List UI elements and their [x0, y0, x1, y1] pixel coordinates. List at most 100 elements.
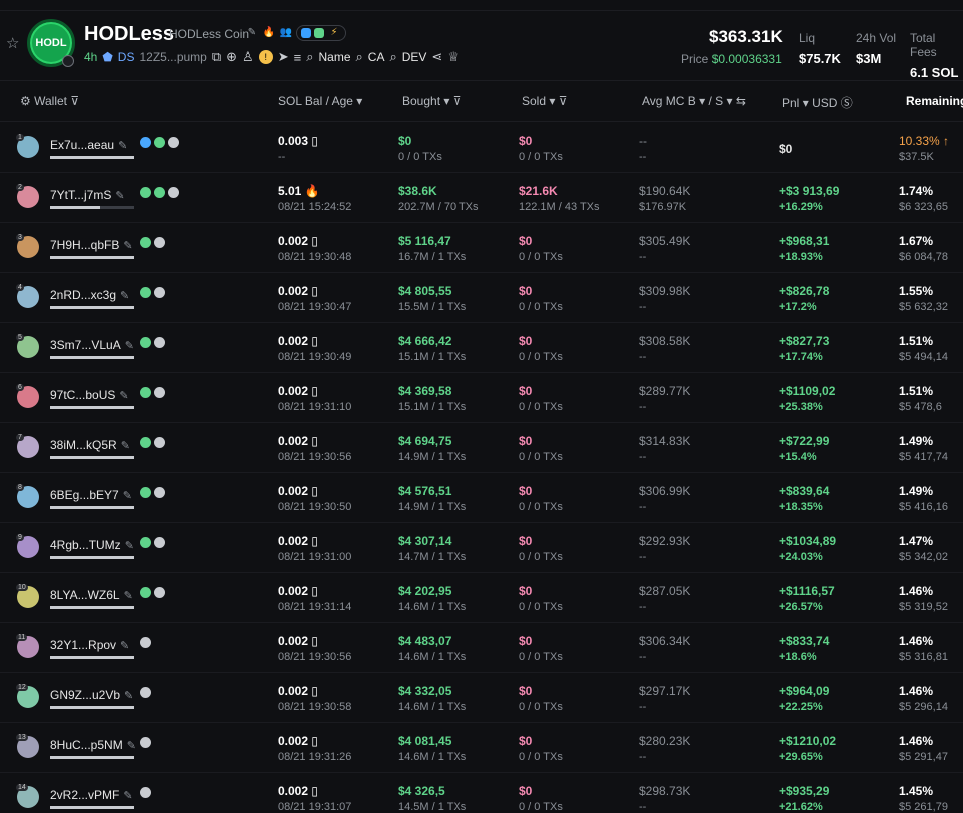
social-pill[interactable]: ⚡: [296, 25, 346, 41]
copy-icon[interactable]: ⧉: [212, 49, 221, 65]
edit-icon[interactable]: ✎: [124, 690, 133, 702]
sol-balance: 0.002 ▯: [278, 334, 318, 348]
filter-icon[interactable]: ⊽: [453, 94, 462, 108]
wallet-address[interactable]: 7YtT...j7mS ✎: [50, 188, 125, 202]
search-ca-label[interactable]: CA: [368, 50, 385, 64]
edit-icon[interactable]: ✎: [115, 190, 124, 202]
share-icon[interactable]: ⋖: [431, 49, 442, 65]
sold-usd: $0: [519, 434, 533, 448]
table-row[interactable]: 2 7YtT...j7mS ✎ 5.01 🔥 08/21 15:24:52 $38…: [0, 173, 963, 223]
ds-label[interactable]: DS: [118, 50, 135, 64]
telegram-icon[interactable]: ➤: [278, 49, 289, 65]
sort-icon[interactable]: ▾: [699, 94, 705, 108]
wallet-address[interactable]: 7H9H...qbFB ✎: [50, 238, 133, 252]
wallet-address[interactable]: 38iM...kQ5R ✎: [50, 438, 130, 452]
globe-icon[interactable]: ⊕: [226, 49, 237, 65]
sold-usd: $0: [519, 284, 533, 298]
table-row[interactable]: 12 GN9Z...u2Vb ✎ 0.002 ▯ 08/21 19:30:58 $…: [0, 673, 963, 723]
settings-icon[interactable]: ⚙: [20, 94, 31, 108]
edit-icon[interactable]: ✎: [124, 590, 133, 602]
wallet-address[interactable]: 2vR2...vPMF ✎: [50, 788, 133, 802]
wallet-address[interactable]: Ex7u...aeau ✎: [50, 138, 127, 152]
wallet-address[interactable]: 4Rgb...TUMz ✎: [50, 538, 134, 552]
table-row[interactable]: 10 8LYA...WZ6L ✎ 0.002 ▯ 08/21 19:31:14 $…: [0, 573, 963, 623]
sort-icon[interactable]: ▾: [356, 94, 362, 108]
wallet-address[interactable]: 8LYA...WZ6L ✎: [50, 588, 133, 602]
avg-mc-buy: $297.17K: [639, 684, 691, 698]
edit-icon[interactable]: ✎: [125, 340, 134, 352]
bought-txs: 14.9M / 1 TXs: [398, 501, 467, 513]
bought-usd: $4 694,75: [398, 434, 452, 448]
wallet-address[interactable]: 3Sm7...VLuA ✎: [50, 338, 134, 352]
contract-address[interactable]: 12Z5...pump: [139, 50, 206, 64]
warning-icon[interactable]: !: [258, 50, 273, 64]
edit-icon[interactable]: ✎: [119, 390, 128, 402]
edit-icon[interactable]: ✎: [120, 640, 129, 652]
filter-icon[interactable]: ⊽: [559, 94, 568, 108]
solbal-column-header[interactable]: SOL Bal / Age ▾: [278, 94, 362, 108]
sold-column-header[interactable]: Sold ▾ ⊽: [522, 94, 568, 108]
edit-icon[interactable]: ✎: [123, 790, 132, 802]
crown-icon[interactable]: ♕: [447, 49, 459, 65]
wallet-address[interactable]: 2nRD...xc3g ✎: [50, 288, 129, 302]
list-tag-icon: [140, 687, 151, 698]
table-row[interactable]: 13 8HuC...p5NM ✎ 0.002 ▯ 08/21 19:31:26 $…: [0, 723, 963, 773]
user-icon[interactable]: ♙: [242, 49, 254, 65]
bought-header-label: Bought: [402, 94, 441, 108]
ds-icon: ⬟: [102, 50, 113, 64]
table-row[interactable]: 11 32Y1...Rpov ✎ 0.002 ▯ 08/21 19:30:56 $…: [0, 623, 963, 673]
avgmc-column-header[interactable]: Avg MC B ▾ / S ▾ ⇆: [642, 94, 746, 108]
edit-icon[interactable]: ✎: [127, 740, 136, 752]
wallet-label: 8LYA...WZ6L: [50, 588, 120, 602]
table-row[interactable]: 5 3Sm7...VLuA ✎ 0.002 ▯ 08/21 19:30:49 $4…: [0, 323, 963, 373]
favorite-star-icon[interactable]: ☆: [6, 36, 20, 51]
social-icon-2: [314, 28, 324, 38]
pnl-usd: +$722,99: [779, 434, 830, 448]
volume-stat: 24h Vol $3M: [856, 31, 896, 66]
sort-icon[interactable]: ▾: [549, 94, 555, 108]
table-row[interactable]: 3 7H9H...qbFB ✎ 0.002 ▯ 08/21 19:30:48 $5…: [0, 223, 963, 273]
edit-icon[interactable]: ✎: [123, 490, 132, 502]
sort-icon[interactable]: ▾: [727, 94, 733, 108]
edit-icon[interactable]: ✎: [125, 540, 134, 552]
pnl-column-header[interactable]: Pnl ▾ USD Ⓢ: [782, 94, 853, 111]
sort-icon[interactable]: ▾: [803, 96, 809, 110]
search-ca-icon[interactable]: ⌕: [356, 49, 363, 65]
edit-icon[interactable]: ✎: [118, 140, 127, 152]
table-row[interactable]: 1 Ex7u...aeau ✎ 0.003 ▯ -- $0 0 / 0 TXs $…: [0, 123, 963, 173]
currency-toggle-icon[interactable]: Ⓢ: [841, 96, 853, 110]
rank-badge: 6: [16, 384, 24, 391]
table-row[interactable]: 6 97tC...boUS ✎ 0.002 ▯ 08/21 19:31:10 $4…: [0, 373, 963, 423]
user-tag-icon: [140, 337, 151, 348]
table-row[interactable]: 9 4Rgb...TUMz ✎ 0.002 ▯ 08/21 19:31:00 $4…: [0, 523, 963, 573]
search-name-label[interactable]: Name: [318, 50, 350, 64]
table-row[interactable]: 14 2vR2...vPMF ✎ 0.002 ▯ 08/21 19:31:07 $…: [0, 773, 963, 813]
sol-balance: 0.002 ▯: [278, 684, 318, 698]
sort-icon[interactable]: ▾: [443, 94, 449, 108]
sold-usd: $0: [519, 634, 533, 648]
wallet-address[interactable]: 6BEg...bEY7 ✎: [50, 488, 132, 502]
bought-column-header[interactable]: Bought ▾ ⊽: [402, 94, 462, 108]
sold-usd: $0: [519, 484, 533, 498]
list-tag-icon: [154, 237, 165, 248]
user-tag-icon: [140, 387, 151, 398]
edit-icon[interactable]: ✎: [121, 440, 130, 452]
remaining-column-header[interactable]: Remaining: [906, 94, 963, 108]
wallet-address[interactable]: 97tC...boUS ✎: [50, 388, 129, 402]
edit-icon[interactable]: ✎: [123, 240, 132, 252]
table-row[interactable]: 4 2nRD...xc3g ✎ 0.002 ▯ 08/21 19:30:47 $4…: [0, 273, 963, 323]
table-row[interactable]: 8 6BEg...bEY7 ✎ 0.002 ▯ 08/21 19:30:50 $4…: [0, 473, 963, 523]
filter-icon[interactable]: ⊽: [70, 94, 79, 108]
table-row[interactable]: 7 38iM...kQ5R ✎ 0.002 ▯ 08/21 19:30:56 $4…: [0, 423, 963, 473]
search-dev-label[interactable]: DEV: [402, 50, 427, 64]
wallet-address[interactable]: 8HuC...p5NM ✎: [50, 738, 136, 752]
edit-icon[interactable]: ✎: [120, 290, 129, 302]
swap-icon[interactable]: ⇆: [736, 94, 746, 108]
wallet-address[interactable]: 32Y1...Rpov ✎: [50, 638, 129, 652]
wallet-column-header[interactable]: ⚙ Wallet ⊽: [20, 94, 79, 108]
chat-icon[interactable]: ≡: [294, 50, 302, 65]
search-dev-icon[interactable]: ⌕: [389, 49, 396, 65]
wallet-address[interactable]: GN9Z...u2Vb ✎: [50, 688, 133, 702]
edit-icon[interactable]: ✎: [245, 26, 259, 40]
search-name-icon[interactable]: ⌕: [306, 49, 313, 65]
